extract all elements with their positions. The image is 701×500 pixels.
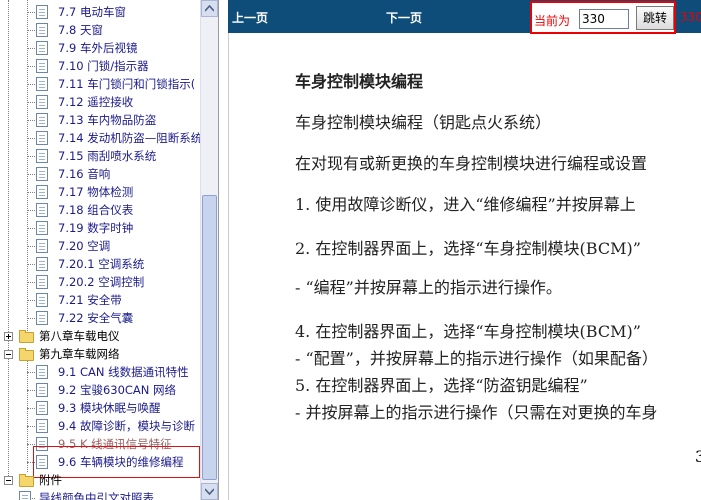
document-icon	[36, 5, 48, 19]
folder-icon	[19, 330, 34, 343]
doc-line: 4. 在控制器界面上，选择“车身控制模块(BCM)”	[295, 322, 641, 341]
document-icon	[36, 203, 48, 217]
document-viewer: 上一页 下一页 当前为 跳转 330 车身控制模块编程 车身控制模块编程（钥匙点…	[228, 0, 701, 500]
folder-icon	[19, 474, 34, 487]
scrollbar-thumb[interactable]	[202, 195, 217, 480]
document-icon	[36, 311, 48, 325]
document-icon	[36, 185, 48, 199]
document-icon	[36, 221, 48, 235]
tree-scrollbar[interactable]	[200, 0, 218, 500]
document-icon	[36, 365, 48, 379]
page-title: 车身控制模块编程	[295, 72, 424, 91]
doc-line: 5. 在控制器界面上，选择“防盗钥匙编程”	[295, 376, 588, 395]
document-icon	[36, 77, 48, 91]
doc-line: 2. 在控制器界面上，选择“车身控制模块(BCM)”	[295, 239, 641, 258]
document-icon	[36, 293, 48, 307]
collapse-toggle-icon[interactable]	[4, 350, 13, 359]
scroll-up-button[interactable]	[201, 0, 218, 17]
page-number-input[interactable]	[579, 9, 629, 29]
total-pages-label: 330	[680, 10, 701, 24]
document-icon	[36, 455, 48, 469]
doc-line: 在对现有或新更换的车身控制模块进行编程或设置	[295, 154, 648, 173]
folder-open-icon	[19, 348, 34, 361]
document-page: 车身控制模块编程 车身控制模块编程（钥匙点火系统） 在对现有或新更换的车身控制模…	[228, 33, 701, 500]
document-icon	[36, 95, 48, 109]
page-number: 3	[695, 447, 701, 466]
document-icon	[36, 401, 48, 415]
tree-guide-line-root	[8, 0, 9, 480]
tree-list: 7.7 电动车窗 7.8 天窗 7.9 车外后视镜 7.10 门锁/指示器 7.…	[0, 0, 200, 500]
document-icon	[36, 59, 48, 73]
collapse-toggle-icon[interactable]	[4, 476, 13, 485]
document-icon	[36, 275, 48, 289]
document-icon	[36, 149, 48, 163]
panel-splitter[interactable]	[219, 0, 228, 500]
goto-page-button[interactable]: 跳转	[636, 6, 674, 30]
document-icon	[36, 113, 48, 127]
navigation-toolbar: 上一页 下一页 当前为 跳转 330	[228, 0, 701, 34]
document-icon	[36, 419, 48, 433]
document-icon	[36, 383, 48, 397]
previous-page-button[interactable]: 上一页	[232, 9, 268, 26]
tree-guide-line	[27, 0, 28, 333]
page-jump-group: 当前为 跳转	[530, 1, 676, 34]
doc-line: - 并按屏幕上的指示进行操作（只需在对更换的车身	[295, 403, 658, 422]
document-icon	[36, 41, 48, 55]
document-icon	[36, 239, 48, 253]
expand-toggle-icon[interactable]	[4, 332, 13, 341]
scroll-down-button[interactable]	[201, 483, 218, 500]
next-page-button[interactable]: 下一页	[386, 9, 422, 26]
current-page-label: 当前为	[534, 14, 571, 28]
document-icon	[19, 491, 31, 500]
document-icon	[36, 131, 48, 145]
document-icon	[36, 167, 48, 181]
doc-line: 车身控制模块编程（钥匙点火系统）	[295, 113, 552, 132]
doc-line: 1. 使用故障诊断仪，进入“维修编程”并按屏幕上	[295, 195, 636, 214]
doc-line: - “配置”，并按屏幕上的指示进行操作（如果配备）	[295, 349, 658, 368]
document-icon	[36, 257, 48, 271]
navigation-tree-panel: 7.7 电动车窗 7.8 天窗 7.9 车外后视镜 7.10 门锁/指示器 7.…	[0, 0, 219, 500]
doc-line: - “编程”并按屏幕上的指示进行操作。	[295, 278, 562, 297]
tree-guide-line-ch9	[27, 360, 28, 472]
document-icon	[36, 23, 48, 37]
